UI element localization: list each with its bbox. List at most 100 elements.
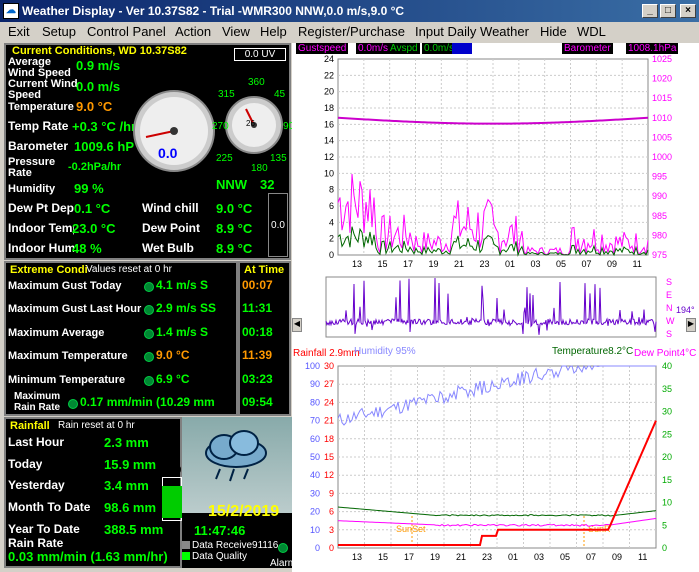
extreme-time: 00:18 bbox=[242, 325, 273, 339]
extreme-time: 11:39 bbox=[242, 348, 273, 362]
x-tick-label: 07 bbox=[586, 552, 596, 562]
legend-temperature: Temperature8.2°C bbox=[552, 346, 634, 357]
menu-view[interactable]: View bbox=[222, 24, 250, 39]
extreme-time: 09:54 bbox=[242, 395, 273, 409]
temprate-value: +0.3 °C /hr bbox=[72, 119, 134, 134]
menu-exit[interactable]: Exit bbox=[8, 24, 30, 39]
temp-label: Temperature bbox=[8, 101, 74, 113]
left-tick-label: 18 bbox=[324, 103, 334, 113]
rain-bar-fill bbox=[162, 486, 182, 518]
extreme-row-label: Maximum Gust Today bbox=[8, 280, 122, 292]
data-receive-label: Data Receive91116 bbox=[192, 540, 279, 551]
hum-value: 99 % bbox=[74, 181, 104, 196]
right-tick-label: 1005 bbox=[652, 132, 672, 142]
menu-setup[interactable]: Setup bbox=[42, 24, 76, 39]
rain-row-label: Yesterday bbox=[8, 478, 65, 492]
rain-tick-label: 15 bbox=[324, 452, 334, 462]
extreme-header: Extreme Conditio bbox=[10, 264, 88, 276]
rain-row-label: Month To Date bbox=[8, 500, 91, 514]
x-tick-label: 19 bbox=[430, 552, 440, 562]
left-tick-label: 24 bbox=[324, 55, 334, 64]
legend-gust-val: 0.0m/s bbox=[356, 43, 391, 54]
baro-label: Barometer bbox=[8, 139, 69, 153]
menu-input-daily[interactable]: Input Daily Weather bbox=[415, 24, 529, 39]
x-tick-label: 23 bbox=[480, 259, 490, 269]
x-tick-label: 17 bbox=[404, 552, 414, 562]
app-icon: ☁ bbox=[3, 3, 19, 19]
forecast-panel: 15.9 15/2/2019 11:47:46 Data Receive9111… bbox=[162, 417, 296, 569]
left-tick-label: 2 bbox=[329, 234, 334, 244]
legend-color-swatch bbox=[452, 43, 472, 54]
pressrate-label: Pressure Rate bbox=[8, 157, 56, 179]
menu-help[interactable]: Help bbox=[260, 24, 287, 39]
at-time-panel: At Time 00:07 11:31 00:18 11:39 03:23 09… bbox=[238, 261, 291, 416]
date-display: 15/2/2019 bbox=[208, 503, 280, 520]
right-tick-label: 1025 bbox=[652, 55, 672, 64]
menu-action[interactable]: Action bbox=[175, 24, 211, 39]
humidity-tick-label: 70 bbox=[310, 416, 320, 426]
gauge-value: 0.0 bbox=[158, 145, 178, 161]
sunset-label: SunSet bbox=[396, 524, 426, 534]
right-tick-label: 995 bbox=[652, 172, 667, 182]
minimize-button[interactable]: _ bbox=[642, 4, 658, 18]
compass-label: S bbox=[666, 277, 672, 287]
right-tick-label: 985 bbox=[652, 211, 667, 221]
rain-row-value: 2.3 mm bbox=[104, 435, 149, 450]
rain-tick-label: 30 bbox=[324, 361, 334, 371]
humidity-tick-label: 80 bbox=[310, 397, 320, 407]
humidity-tick-label: 0 bbox=[315, 543, 320, 553]
x-tick-label: 07 bbox=[582, 259, 592, 269]
compass-label: N bbox=[666, 303, 673, 313]
side-value-box: 0.0 bbox=[268, 193, 288, 257]
avg-wind-value: 0.9 m/s bbox=[76, 58, 121, 73]
close-button[interactable]: × bbox=[680, 4, 696, 18]
x-tick-label: 09 bbox=[607, 259, 617, 269]
rain-row-label: Last Hour bbox=[8, 435, 65, 449]
humidity-tick-label: 40 bbox=[310, 470, 320, 480]
right-tick-label: 980 bbox=[652, 230, 667, 240]
status-dot bbox=[144, 352, 154, 362]
rain-tick-label: 0 bbox=[329, 543, 334, 553]
menu-bar: Exit Setup Control Panel Action View Hel… bbox=[0, 22, 699, 42]
x-tick-label: 09 bbox=[612, 552, 622, 562]
x-tick-label: 17 bbox=[403, 259, 413, 269]
extreme-reset: Values reset at 0 hr bbox=[86, 264, 172, 275]
extreme-row-label: Maximum Temperature bbox=[8, 350, 128, 362]
rain-tick-label: 18 bbox=[324, 434, 334, 444]
menu-control-panel[interactable]: Control Panel bbox=[87, 24, 166, 39]
status-dot bbox=[144, 305, 154, 315]
direction-value: 194° bbox=[676, 305, 695, 315]
menu-wdl[interactable]: WDL bbox=[577, 24, 606, 39]
left-tick-label: 16 bbox=[324, 119, 334, 129]
rain-tick-label: 9 bbox=[329, 488, 334, 498]
x-tick-label: 01 bbox=[508, 552, 518, 562]
window-title: Weather Display - Ver 10.37S82 - Trial -… bbox=[22, 4, 405, 18]
extreme-time: 00:07 bbox=[242, 278, 273, 292]
x-tick-label: 05 bbox=[560, 552, 570, 562]
extreme-row-value: 9.0 °C bbox=[156, 348, 190, 362]
compass-label: E bbox=[666, 290, 672, 300]
legend-gust: Gustspeed bbox=[296, 43, 349, 54]
extreme-row-value: 1.4 m/s S bbox=[156, 325, 209, 339]
temp-tick-label: 5 bbox=[662, 520, 667, 530]
menu-hide[interactable]: Hide bbox=[540, 24, 567, 39]
wind-barometer-graph: 2422201816141210864201025102010151010100… bbox=[324, 55, 672, 269]
rain-tick-label: 21 bbox=[324, 416, 334, 426]
maximize-button[interactable]: □ bbox=[660, 4, 676, 18]
data-quality-indicator bbox=[182, 552, 190, 560]
data-receive-indicator bbox=[182, 541, 190, 549]
x-tick-label: 21 bbox=[454, 259, 464, 269]
left-tick-label: 10 bbox=[324, 168, 334, 178]
wetbulb-label: Wet Bulb bbox=[142, 241, 194, 255]
temp-tick-label: 0 bbox=[662, 543, 667, 553]
indoor-temp-label: Indoor Temp bbox=[8, 221, 74, 235]
cur-wind-value: 0.0 m/s bbox=[76, 79, 121, 94]
menu-register[interactable]: Register/Purchase bbox=[298, 24, 405, 39]
plot-area bbox=[337, 365, 657, 549]
humidity-tick-label: 100 bbox=[305, 361, 320, 371]
x-tick-label: 11 bbox=[633, 259, 642, 269]
rain-tick-label: 12 bbox=[324, 470, 334, 480]
compass-tick-315: 315 bbox=[218, 89, 235, 100]
x-tick-label: 13 bbox=[352, 552, 362, 562]
plot-area bbox=[325, 276, 657, 338]
